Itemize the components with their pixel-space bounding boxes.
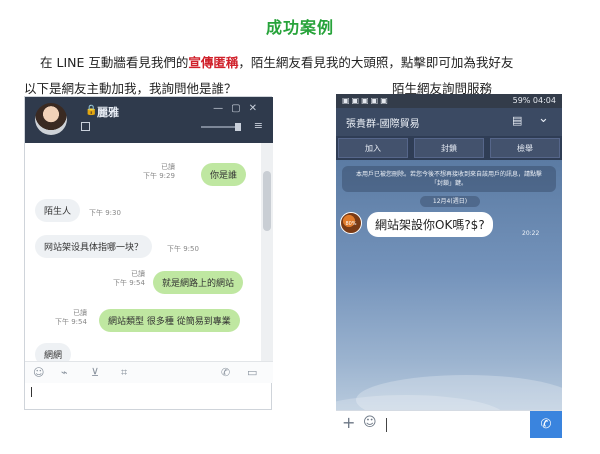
message-bubble[interactable]: 你是誰 <box>201 163 247 186</box>
download-icon[interactable]: ⊻ <box>91 366 99 379</box>
message-bubble[interactable]: 陌生人 <box>35 199 81 222</box>
chat-area: 已讀 下午 9:29 你是誰 陌生人 下午 9:30 网站架设具体指哪一块？ 下午… <box>25 143 261 361</box>
message-time: 下午 9:50 <box>167 245 199 253</box>
message-time: 20:22 <box>522 230 540 237</box>
message-time: 下午 9:30 <box>89 209 121 217</box>
message-meta: 已讀 下午 9:29 <box>143 163 175 180</box>
close-icon[interactable]: ✕ <box>249 103 265 114</box>
phone-icon[interactable]: ✆ <box>221 366 230 379</box>
message-bubble[interactable]: 網站類型 很多種 從簡易到專業 <box>99 309 240 332</box>
menu-icon[interactable]: ≡ <box>254 119 263 132</box>
caption-left: 以下是網友主動加我，我詢問他是誰？ <box>24 81 237 96</box>
message-bubble[interactable]: 就是網路上的網站 <box>153 271 244 294</box>
intro-highlight: 宣傳匿稱 <box>188 55 239 70</box>
contact-name[interactable]: 麗雅 <box>97 104 119 120</box>
add-friend-button[interactable]: 加入 <box>338 138 408 158</box>
page-title: 成功案例 <box>265 18 334 37</box>
video-icon[interactable]: ▭ <box>247 366 257 379</box>
maximize-icon[interactable]: ▢ <box>231 103 248 114</box>
message-input[interactable] <box>386 418 387 432</box>
avatar[interactable] <box>35 103 67 135</box>
message-meta: 已讀 下午 9:54 <box>55 309 87 326</box>
window-controls[interactable]: —▢✕ <box>213 103 265 114</box>
message-bubble[interactable]: 網站架設你OK嗎?$? <box>367 212 493 237</box>
chevron-down-icon[interactable]: ⌄ <box>538 111 549 126</box>
intro-post: ，陌生網友看見我的大頭照，點擊即可加為我好友 <box>238 55 514 70</box>
message-input-bar: + ☺ ✆ <box>336 410 562 438</box>
scrollbar-thumb[interactable] <box>263 171 271 231</box>
phone-chat-window: ▣▣▣▣▣ 59% 04:04 張貴群-國際貿易 ▤ ⌄ 加入 封鎖 檢舉 本用… <box>336 94 562 438</box>
volume-slider[interactable] <box>201 123 241 131</box>
plus-icon[interactable]: + <box>342 413 355 432</box>
contact-name[interactable]: 張貴群-國際貿易 <box>346 115 420 130</box>
intro-pre: 在 LINE 互動牆看見我們的 <box>40 55 189 70</box>
status-bar: ▣▣▣▣▣ 59% 04:04 <box>336 94 562 108</box>
message-bubble[interactable]: 网站架设具体指哪一块？ <box>35 235 153 258</box>
page: 成功案例 在 LINE 互動牆看見我們的宣傳匿稱，陌生網友看見我的大頭照，點擊即… <box>0 0 600 454</box>
attach-icon[interactable]: ⌁ <box>61 366 68 379</box>
emoji-icon[interactable]: ☺ <box>33 366 44 379</box>
deleted-user-notice: 本用戶已被您刪除。若您今後不想再接收到來自該用戶的訊息，請點擊 「封鎖」鍵。 <box>342 166 556 192</box>
chat-toolbar: ☺ ⌁ ⊻ ⌗ ✆ ▭ <box>25 361 273 383</box>
action-buttons: 加入 封鎖 檢舉 <box>336 136 562 160</box>
avatar-label: 80% <box>345 221 357 227</box>
date-divider: 12月4(週日) <box>420 196 480 207</box>
block-button[interactable]: 封鎖 <box>414 138 484 158</box>
emoji-icon[interactable]: ☺ <box>363 415 377 430</box>
phone-icon[interactable]: ✆ <box>530 411 562 438</box>
scrollbar[interactable] <box>261 143 273 361</box>
status-icons: ▣▣▣▣▣ <box>342 96 390 105</box>
checkbox-icon[interactable] <box>81 122 90 131</box>
intro-text: 在 LINE 互動牆看見我們的宣傳匿稱，陌生網友看見我的大頭照，點擊即可加為我好… <box>40 52 513 71</box>
message-meta: 已讀 下午 9:54 <box>113 270 145 287</box>
chat-header: 🔒 麗雅 —▢✕ ≡ <box>25 97 273 143</box>
phone-header: 張貴群-國際貿易 ▤ ⌄ <box>336 108 562 136</box>
lock-icon: 🔒 <box>85 105 98 116</box>
minimize-icon[interactable]: — <box>213 103 231 114</box>
status-right: 59% 04:04 <box>512 96 556 105</box>
notes-icon[interactable]: ▤ <box>512 114 522 127</box>
report-button[interactable]: 檢舉 <box>490 138 560 158</box>
text-input-caret[interactable] <box>31 387 32 397</box>
message-bubble[interactable]: 網網 <box>35 343 72 361</box>
desktop-chat-window: 🔒 麗雅 —▢✕ ≡ 已讀 下午 9:29 你是誰 陌生人 下午 9:30 网站架… <box>24 96 273 410</box>
crop-icon[interactable]: ⌗ <box>121 366 127 380</box>
